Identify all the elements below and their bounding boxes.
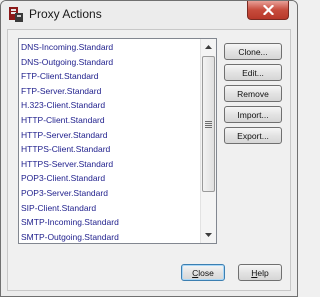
list-item[interactable]: H.323-Client.Standard <box>19 98 199 113</box>
list-item[interactable]: SMTP-Incoming.Standard <box>19 215 199 230</box>
scrollbar-thumb[interactable] <box>202 56 215 192</box>
window-title: Proxy Actions <box>29 7 102 21</box>
import-button[interactable]: Import... <box>224 106 282 123</box>
list-item[interactable]: SIP-Client.Standard <box>19 201 199 216</box>
list-item[interactable]: POP3-Server.Standard <box>19 186 199 201</box>
arrow-down-icon <box>205 233 212 237</box>
list-item[interactable]: POP3-Client.Standard <box>19 171 199 186</box>
vertical-scrollbar[interactable] <box>200 39 216 243</box>
edit-button[interactable]: Edit... <box>224 64 282 81</box>
firebox-icon <box>9 7 23 22</box>
list-item[interactable]: DNS-Outgoing.Standard <box>19 55 199 70</box>
title-bar[interactable]: Proxy Actions <box>1 1 297 28</box>
help-button[interactable]: Help <box>238 264 282 281</box>
help-label: elp <box>257 267 269 278</box>
dialog-content: DNS-Incoming.Standard DNS-Outgoing.Standa… <box>7 29 291 291</box>
scroll-down-button[interactable] <box>201 227 216 243</box>
proxy-actions-dialog: Proxy Actions DNS-Incoming.Standard DNS-O… <box>0 0 298 297</box>
list-item[interactable]: HTTP-Client.Standard <box>19 113 199 128</box>
list-item[interactable]: HTTPS-Server.Standard <box>19 157 199 172</box>
remove-button[interactable]: Remove <box>224 85 282 102</box>
clone-button[interactable]: Clone... <box>224 43 282 60</box>
export-button[interactable]: Export... <box>224 127 282 144</box>
arrow-up-icon <box>205 45 212 49</box>
close-icon <box>262 5 274 15</box>
proxy-actions-list[interactable]: DNS-Incoming.Standard DNS-Outgoing.Standa… <box>18 38 217 244</box>
list-item[interactable]: HTTP-Server.Standard <box>19 128 199 143</box>
window-close-button[interactable] <box>247 1 289 20</box>
list-item[interactable]: DNS-Incoming.Standard <box>19 40 199 55</box>
list-item[interactable]: FTP-Server.Standard <box>19 84 199 99</box>
list-item[interactable]: SMTP-Outgoing.Standard <box>19 230 199 243</box>
grip-icon <box>205 120 212 129</box>
list-item[interactable]: FTP-Client.Standard <box>19 69 199 84</box>
list-item[interactable]: HTTPS-Client.Standard <box>19 142 199 157</box>
close-button[interactable]: Close <box>181 264 225 281</box>
close-label: lose <box>198 267 214 278</box>
list-items: DNS-Incoming.Standard DNS-Outgoing.Standa… <box>19 40 199 243</box>
scroll-up-button[interactable] <box>201 39 216 55</box>
